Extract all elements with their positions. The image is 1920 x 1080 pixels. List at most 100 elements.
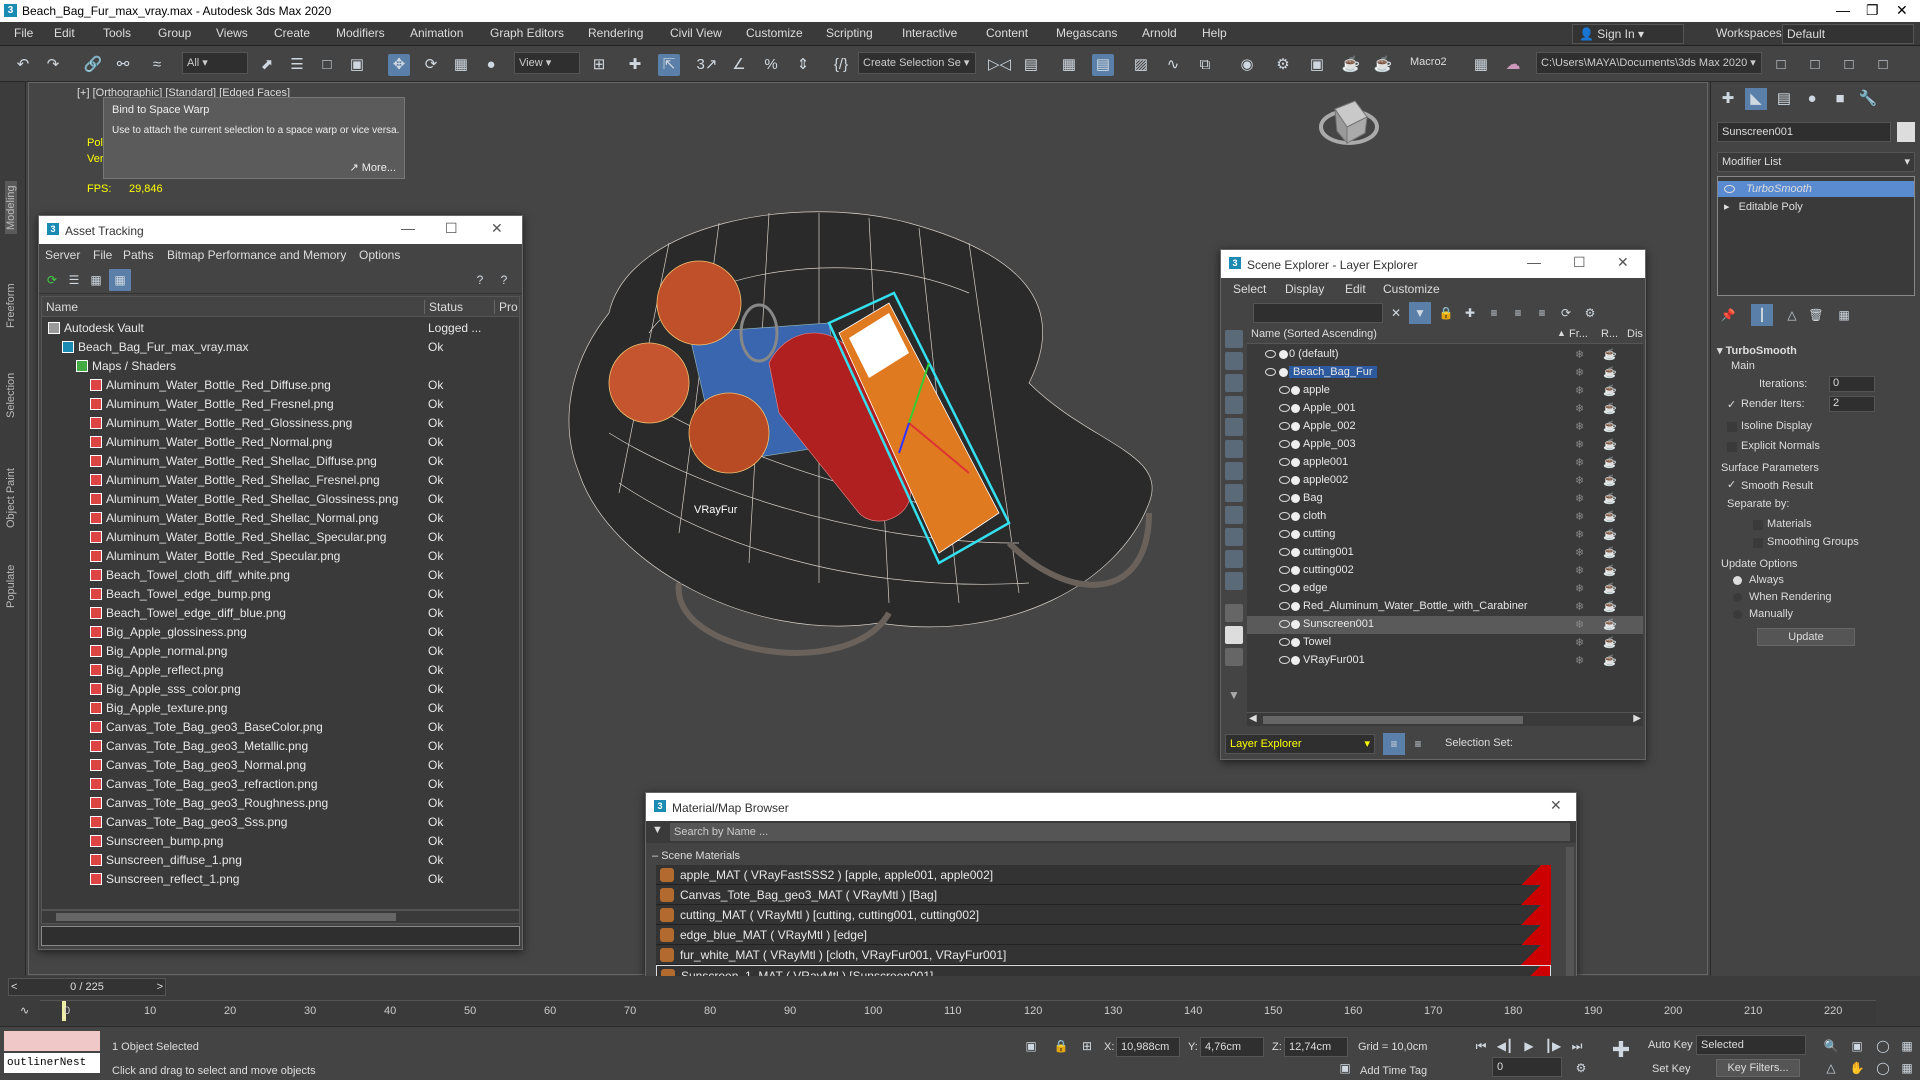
- material-item[interactable]: apple_MAT ( VRayFastSSS2 ) [apple, apple…: [656, 865, 1551, 885]
- eye-icon[interactable]: [1724, 185, 1735, 193]
- menu-edit[interactable]: Edit: [54, 26, 75, 40]
- modify-tab-icon[interactable]: ◣: [1745, 88, 1767, 110]
- renderable-icon[interactable]: ☕: [1603, 528, 1617, 541]
- keyboard-shortcut-icon[interactable]: ⇱: [658, 54, 680, 76]
- pivot-icon[interactable]: ⊞: [588, 54, 610, 76]
- visibility-eye-icon[interactable]: [1279, 512, 1290, 520]
- menu-arnold[interactable]: Arnold: [1142, 26, 1177, 40]
- project-folder-icon[interactable]: □: [1770, 54, 1792, 76]
- maxscript-input[interactable]: outlinerNest: [4, 1053, 100, 1073]
- display-groups-icon[interactable]: [1225, 462, 1243, 480]
- select-by-name-icon[interactable]: ☰: [286, 54, 308, 76]
- smoothing-groups-checkbox[interactable]: [1753, 538, 1763, 548]
- table-row[interactable]: Beach_Bag_Fur_max_vray.max Ok: [42, 338, 519, 357]
- visibility-eye-icon[interactable]: [1279, 656, 1290, 664]
- table-row[interactable]: Big_Apple_glossiness.png Ok: [42, 623, 519, 642]
- absolute-mode-icon[interactable]: ⊞: [1076, 1035, 1098, 1057]
- visibility-eye-icon[interactable]: [1279, 404, 1290, 412]
- search-options-icon[interactable]: ▼: [652, 824, 663, 836]
- table-row[interactable]: Aluminum_Water_Bottle_Red_Shellac_Normal…: [42, 509, 519, 528]
- hierarchy-icon[interactable]: ≡: [1507, 302, 1529, 324]
- next-key-icon[interactable]: ┃▶: [1542, 1035, 1564, 1057]
- zoom-icon[interactable]: 🔍: [1820, 1035, 1842, 1057]
- renderable-icon[interactable]: ☕: [1603, 636, 1617, 649]
- table-row[interactable]: Big_Apple_sss_color.png Ok: [42, 680, 519, 699]
- display-geometry-icon[interactable]: [1225, 330, 1243, 348]
- rect-selection-icon[interactable]: □: [316, 54, 338, 76]
- scene-explorer-titlebar[interactable]: 3 Scene Explorer - Layer Explorer — ☐ ✕: [1221, 250, 1645, 278]
- object-name-field[interactable]: Sunscreen001: [1717, 122, 1891, 142]
- scene-item[interactable]: apple001 ❄ ☕: [1247, 454, 1643, 472]
- link-icon[interactable]: 🔗: [82, 54, 104, 76]
- arnold-icon[interactable]: ☁: [1502, 54, 1524, 76]
- layers-icon[interactable]: ≡: [1483, 302, 1505, 324]
- project-settings-icon[interactable]: □: [1872, 54, 1894, 76]
- display-lights-icon[interactable]: [1225, 374, 1243, 392]
- freeze-icon[interactable]: ❄: [1575, 618, 1584, 631]
- pan-icon[interactable]: ✋: [1846, 1057, 1868, 1079]
- scroll-left-icon[interactable]: ◀: [1249, 713, 1257, 724]
- select-scale-icon[interactable]: ▦: [450, 54, 472, 76]
- visibility-eye-icon[interactable]: [1279, 494, 1290, 502]
- visibility-eye-icon[interactable]: [1279, 620, 1290, 628]
- table-row[interactable]: Autodesk Vault Logged ...: [42, 319, 519, 338]
- table-row[interactable]: Aluminum_Water_Bottle_Red_Shellac_Glossi…: [42, 490, 519, 509]
- table-row[interactable]: Canvas_Tote_Bag_geo3_Metallic.png Ok: [42, 737, 519, 756]
- display-none-icon[interactable]: [1225, 626, 1243, 644]
- menu-help[interactable]: Help: [1202, 26, 1227, 40]
- col-frozen[interactable]: Fr...: [1569, 328, 1588, 340]
- list-view-icon[interactable]: ☰: [63, 269, 85, 291]
- layers-toggle-icon[interactable]: ≡: [1383, 733, 1405, 755]
- close-icon[interactable]: ✕: [1550, 797, 1562, 814]
- menu-customize[interactable]: Customize: [746, 26, 803, 40]
- table-row[interactable]: Big_Apple_texture.png Ok: [42, 699, 519, 718]
- material-editor-icon[interactable]: ◉: [1236, 54, 1258, 76]
- edit-named-sets-icon[interactable]: {/}: [830, 54, 852, 76]
- scene-hscroll[interactable]: ◀ ▶: [1247, 712, 1643, 726]
- hierarchy-toggle-icon[interactable]: ≡: [1407, 733, 1429, 755]
- window-crossing-icon[interactable]: ▣: [346, 54, 368, 76]
- render-iters-spinner[interactable]: 2: [1829, 396, 1875, 412]
- freeze-icon[interactable]: ❄: [1575, 402, 1584, 415]
- menu-tools[interactable]: Tools: [103, 26, 131, 40]
- workspace-dropdown[interactable]: Default: [1782, 24, 1914, 44]
- renderable-icon[interactable]: ☕: [1603, 420, 1617, 433]
- project-save-icon[interactable]: □: [1838, 54, 1860, 76]
- menu-modifiers[interactable]: Modifiers: [336, 26, 385, 40]
- tooltip-more-link[interactable]: ↗ More...: [349, 161, 396, 174]
- curve-editor-icon[interactable]: ∿: [1162, 54, 1184, 76]
- table-row[interactable]: Aluminum_Water_Bottle_Red_Shellac_Fresne…: [42, 471, 519, 490]
- iterations-spinner[interactable]: 0: [1829, 376, 1875, 392]
- visibility-eye-icon[interactable]: [1279, 548, 1290, 556]
- project-path-dropdown[interactable]: C:\Users\MAYA\Documents\3ds Max 2020 ▾: [1536, 52, 1762, 74]
- menu-customize[interactable]: Customize: [1383, 282, 1440, 296]
- visibility-eye-icon[interactable]: [1279, 584, 1290, 592]
- modifier-list-dropdown[interactable]: Modifier List ▾: [1717, 152, 1915, 172]
- maximize-icon[interactable]: ☐: [445, 220, 458, 237]
- menu-civil-view[interactable]: Civil View: [670, 26, 722, 40]
- prev-frame-icon[interactable]: <: [11, 979, 17, 995]
- minimize-icon[interactable]: —: [1836, 2, 1850, 18]
- table-row[interactable]: Canvas_Tote_Bag_geo3_BaseColor.png Ok: [42, 718, 519, 737]
- always-radio[interactable]: [1733, 576, 1742, 585]
- display-cameras-icon[interactable]: [1225, 396, 1243, 414]
- scene-item[interactable]: cutting002 ❄ ☕: [1247, 562, 1643, 580]
- table-row[interactable]: Aluminum_Water_Bottle_Red_Fresnel.png Ok: [42, 395, 519, 414]
- set-key-button[interactable]: Set Key: [1652, 1063, 1691, 1075]
- z-coord-field[interactable]: 12,74cm: [1284, 1037, 1348, 1057]
- auto-key-button[interactable]: Auto Key: [1648, 1039, 1693, 1051]
- table-row[interactable]: Aluminum_Water_Bottle_Red_Specular.png Ok: [42, 547, 519, 566]
- fov-icon[interactable]: △: [1820, 1057, 1842, 1079]
- scene-render[interactable]: VRayFur: [549, 183, 1189, 703]
- restore-icon[interactable]: ❐: [1866, 2, 1879, 19]
- clear-search-icon[interactable]: ✕: [1385, 302, 1407, 324]
- table-row[interactable]: Aluminum_Water_Bottle_Red_Shellac_Diffus…: [42, 452, 519, 471]
- hscroll-thumb[interactable]: [1263, 716, 1523, 724]
- key-selection-dropdown[interactable]: Selected: [1696, 1035, 1806, 1055]
- freeze-icon[interactable]: ❄: [1575, 420, 1584, 433]
- table-row[interactable]: Sunscreen_reflect_1.png Ok: [42, 870, 519, 889]
- next-frame-icon[interactable]: >: [157, 979, 163, 995]
- col-pro[interactable]: Pro: [494, 300, 518, 314]
- menu-content[interactable]: Content: [986, 26, 1028, 40]
- scene-search-input[interactable]: [1253, 303, 1383, 323]
